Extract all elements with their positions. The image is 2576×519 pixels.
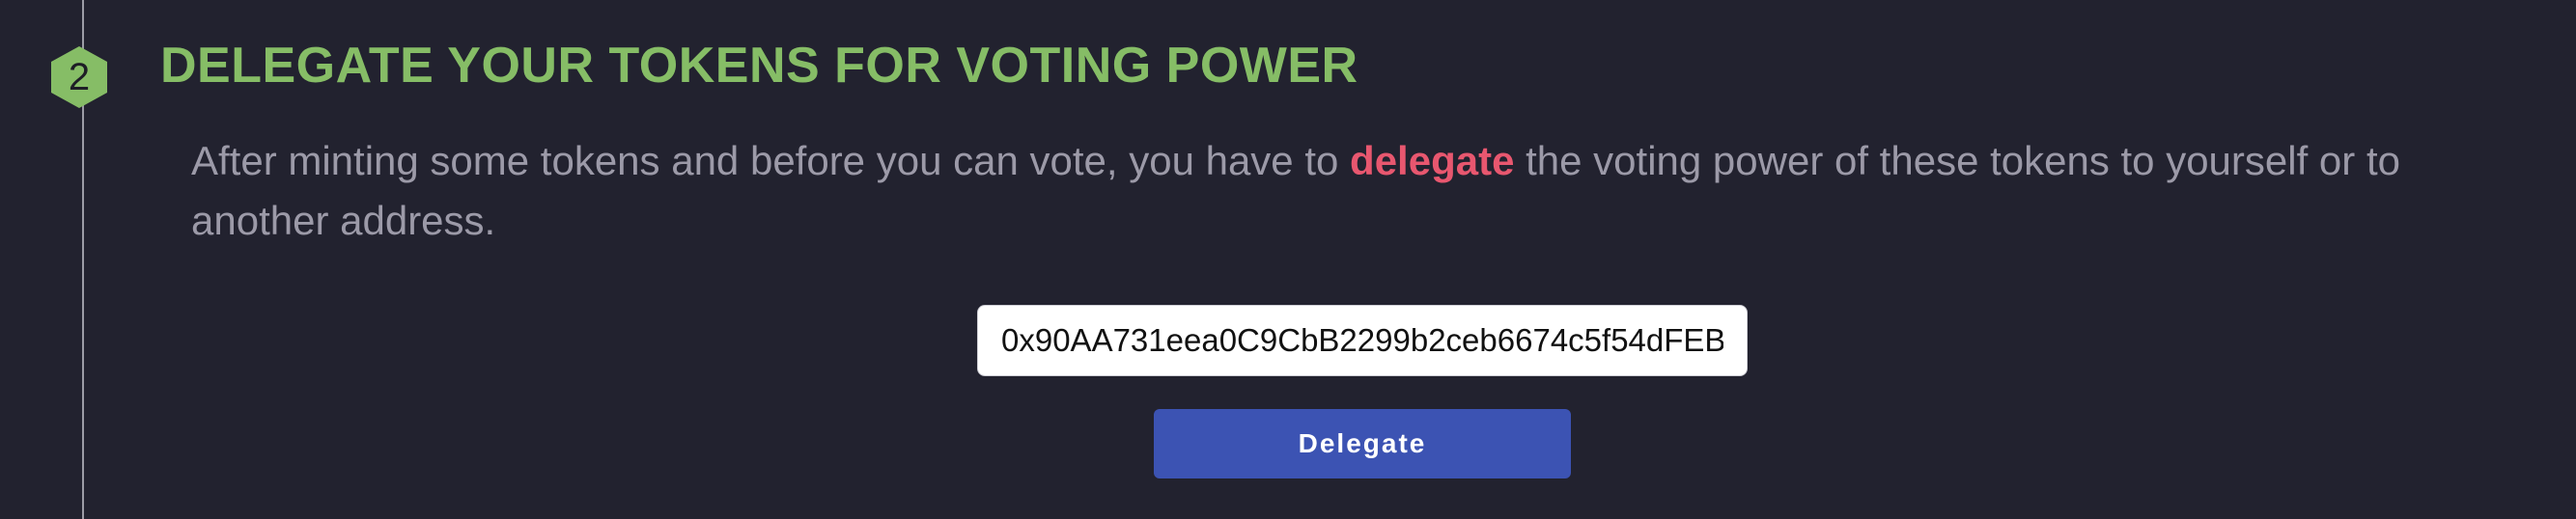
section-title: DELEGATE YOUR TOKENS FOR VOTING POWER <box>160 38 1358 94</box>
description-highlight: delegate <box>1350 138 1515 183</box>
description-text: After minting some tokens and before you… <box>191 131 2537 251</box>
step-number: 2 <box>68 55 91 98</box>
step-badge: 2 <box>51 46 107 108</box>
delegate-button[interactable]: Delegate <box>1154 409 1571 478</box>
description-before: After minting some tokens and before you… <box>191 138 1351 183</box>
address-input[interactable] <box>977 305 1748 376</box>
